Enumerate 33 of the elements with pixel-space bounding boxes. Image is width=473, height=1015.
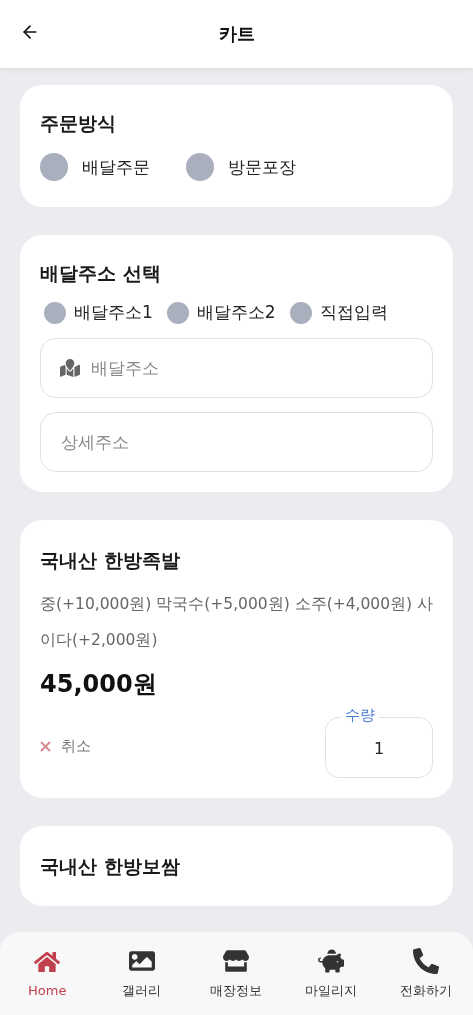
radio-option[interactable]: 배달주소2: [166, 301, 276, 324]
item-price: 45,000원: [40, 669, 158, 700]
radio-circle[interactable]: [289, 301, 312, 324]
home-icon: [34, 949, 61, 975]
item-name: 국내산 한방보쌈: [40, 854, 181, 879]
cancel-button[interactable]: 취소: [40, 737, 91, 756]
nav-tab[interactable]: 마일리지: [291, 947, 372, 1000]
section-title: 배달주소 선택: [40, 261, 162, 286]
store-icon: [223, 947, 250, 974]
map-icon: [60, 358, 80, 378]
nav-tab[interactable]: 갤러리: [101, 947, 182, 1000]
page-title: 카트: [218, 22, 255, 46]
close-icon: [40, 741, 51, 752]
radio-option[interactable]: 직접입력: [289, 301, 388, 324]
radio-circle[interactable]: [44, 301, 66, 324]
radio-option[interactable]: 배달주문: [40, 153, 150, 181]
item-name: 국내산 한방족발: [40, 548, 181, 573]
quantity-label: 수량: [341, 706, 379, 724]
radio-option[interactable]: 방문포장: [186, 153, 296, 181]
address-field[interactable]: 배달주소: [40, 338, 433, 398]
nav-tab[interactable]: Home: [7, 949, 88, 998]
quantity-field[interactable]: 수량 1: [325, 706, 433, 778]
section-title: 주문방식: [40, 111, 117, 136]
radio-circle[interactable]: [166, 301, 189, 324]
radio-option[interactable]: 배달주소1: [44, 301, 153, 324]
radio-circle[interactable]: [186, 153, 214, 181]
radio-circle[interactable]: [40, 153, 68, 181]
item-options: 중(+10,000원) 막국수(+5,000원) 소주(+4,000원) 사이다(+2,000원): [40, 586, 433, 658]
nav-tab[interactable]: 전화하기: [385, 947, 466, 1000]
address-field[interactable]: 상세주소: [40, 412, 433, 472]
piggy-bank-icon: [318, 947, 345, 974]
nav-tab[interactable]: 매장정보: [196, 947, 277, 1000]
phone-icon: [412, 947, 439, 974]
